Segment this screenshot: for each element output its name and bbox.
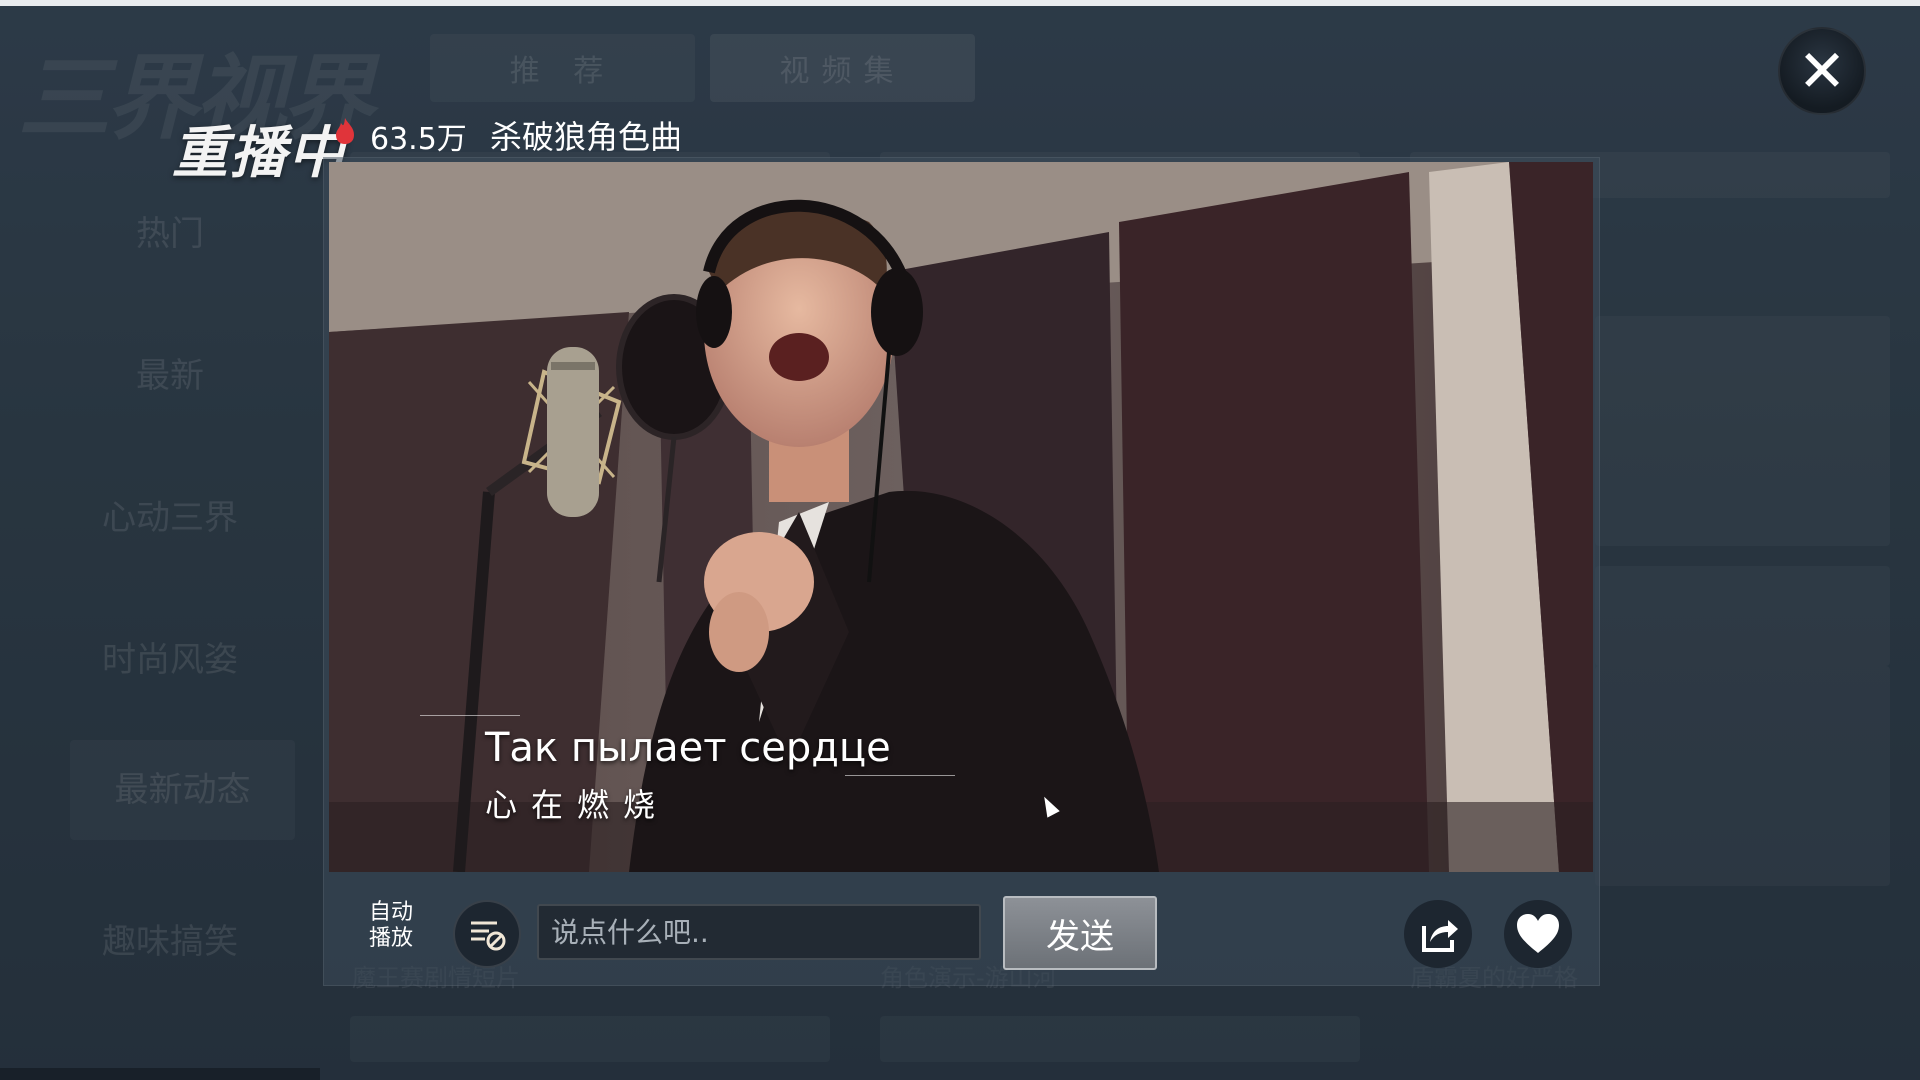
subtitle-ornament xyxy=(845,775,955,776)
close-icon: ✕ xyxy=(1797,37,1847,105)
replay-status: 重播中 xyxy=(172,121,346,186)
video-title: 杀破狼角色曲 xyxy=(490,118,683,156)
share-button[interactable] xyxy=(1404,900,1472,968)
autoplay-label: 自动 播放 xyxy=(369,900,429,952)
autoplay-label-line2: 播放 xyxy=(369,926,414,951)
flame-icon xyxy=(336,118,354,144)
share-icon xyxy=(1422,920,1458,952)
autoplay-toggle[interactable] xyxy=(453,900,521,968)
autoplay-icon xyxy=(471,921,506,951)
subtitle-chinese: 心在燃烧 xyxy=(485,786,670,824)
like-button[interactable] xyxy=(1504,900,1572,968)
subtitle-russian: Так пылает сердце xyxy=(485,725,891,771)
subtitle-ornament xyxy=(420,715,520,716)
comment-input[interactable] xyxy=(537,904,981,960)
send-button[interactable]: 发送 xyxy=(1003,896,1157,970)
player-controls: 自动 播放 发送 xyxy=(329,878,1593,978)
close-button[interactable]: ✕ xyxy=(1778,27,1866,115)
heart-icon xyxy=(1517,914,1559,953)
autoplay-label-line1: 自动 xyxy=(369,900,414,925)
view-count: 63.5万 xyxy=(370,122,467,157)
